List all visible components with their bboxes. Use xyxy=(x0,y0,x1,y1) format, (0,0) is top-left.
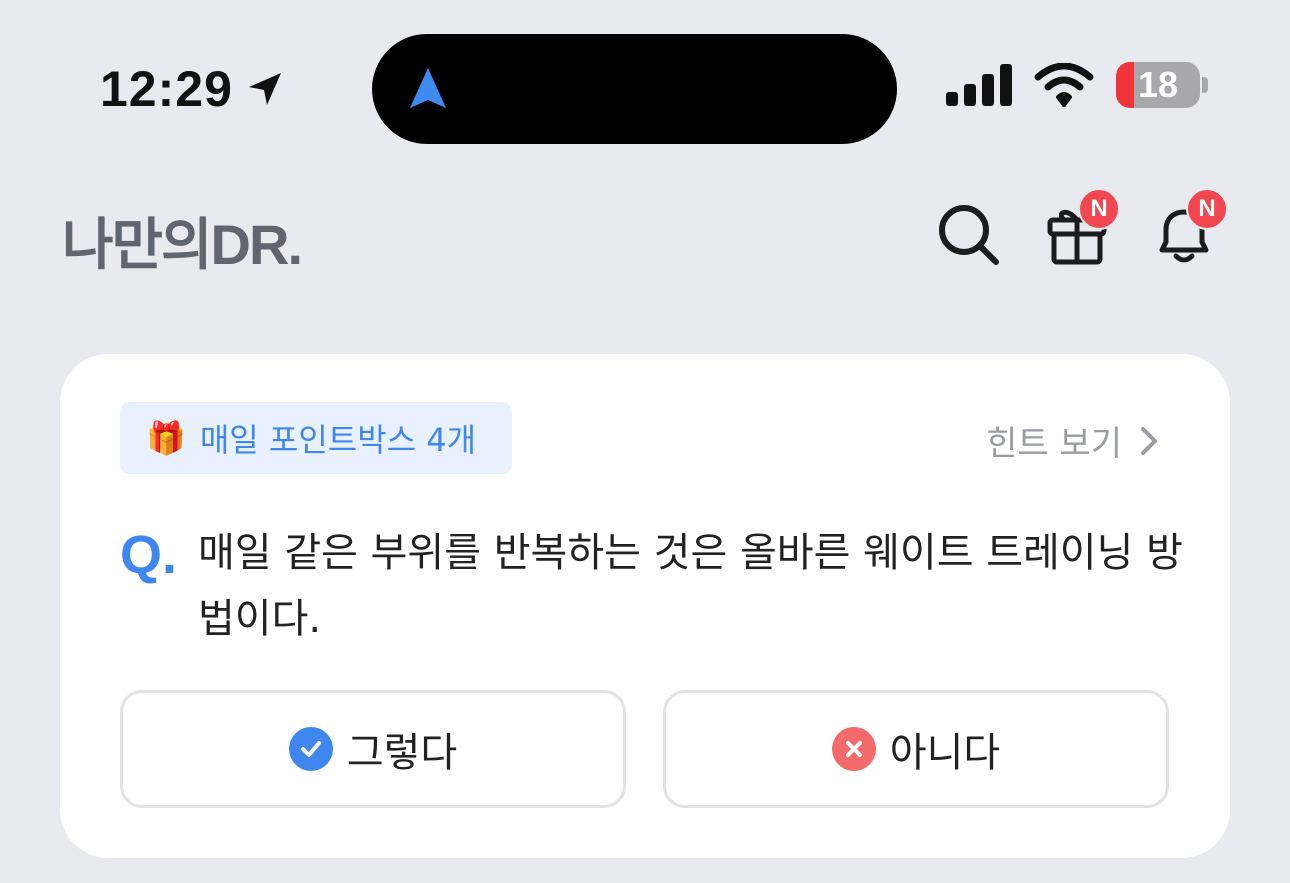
x-circle-icon xyxy=(831,727,876,771)
status-time-group: 12:29 xyxy=(100,60,285,118)
gift-badge: N xyxy=(1078,188,1120,230)
chevron-right-icon xyxy=(1141,426,1157,455)
gift-button[interactable]: N xyxy=(1042,188,1120,270)
answer-yes-label: 그렇다 xyxy=(346,730,458,776)
check-circle-icon xyxy=(288,727,333,771)
notification-badge: N xyxy=(1186,188,1228,230)
pill-label: 매일 포인트박스 4개 xyxy=(199,421,477,459)
status-indicators: 18 xyxy=(946,62,1208,108)
question-mark-label: Q. xyxy=(120,525,178,585)
wifi-icon xyxy=(1034,63,1094,107)
hint-link[interactable]: 힌트 보기 xyxy=(986,416,1158,465)
app-logo[interactable]: 나만의DR. xyxy=(62,200,303,281)
battery-icon: 18 xyxy=(1116,62,1200,108)
navigation-icon xyxy=(410,68,446,108)
question-text: 매일 같은 부위를 반복하는 것은 올바른 웨이트 트레이닝 방법이다. xyxy=(198,530,1183,642)
dynamic-island xyxy=(372,34,897,144)
search-icon xyxy=(939,205,999,265)
status-time: 12:29 xyxy=(100,61,233,117)
notifications-button[interactable]: N xyxy=(1150,188,1228,270)
gift-emoji-icon: 🎁 xyxy=(146,419,186,457)
answer-yes-button[interactable]: 그렇다 xyxy=(120,690,626,808)
quiz-card: 🎁 매일 포인트박스 4개 힌트 보기 Q. 매일 같은 부위를 반복하는 것은… xyxy=(60,354,1230,858)
daily-pointbox-pill[interactable]: 🎁 매일 포인트박스 4개 xyxy=(120,402,512,474)
answer-no-button[interactable]: 아니다 xyxy=(663,690,1169,808)
battery-level: 18 xyxy=(1137,64,1179,105)
signal-icon xyxy=(946,64,1012,106)
answer-no-label: 아니다 xyxy=(889,730,1001,776)
hint-label: 힌트 보기 xyxy=(986,424,1122,464)
location-arrow-icon xyxy=(248,73,281,105)
search-button[interactable] xyxy=(934,200,1004,270)
